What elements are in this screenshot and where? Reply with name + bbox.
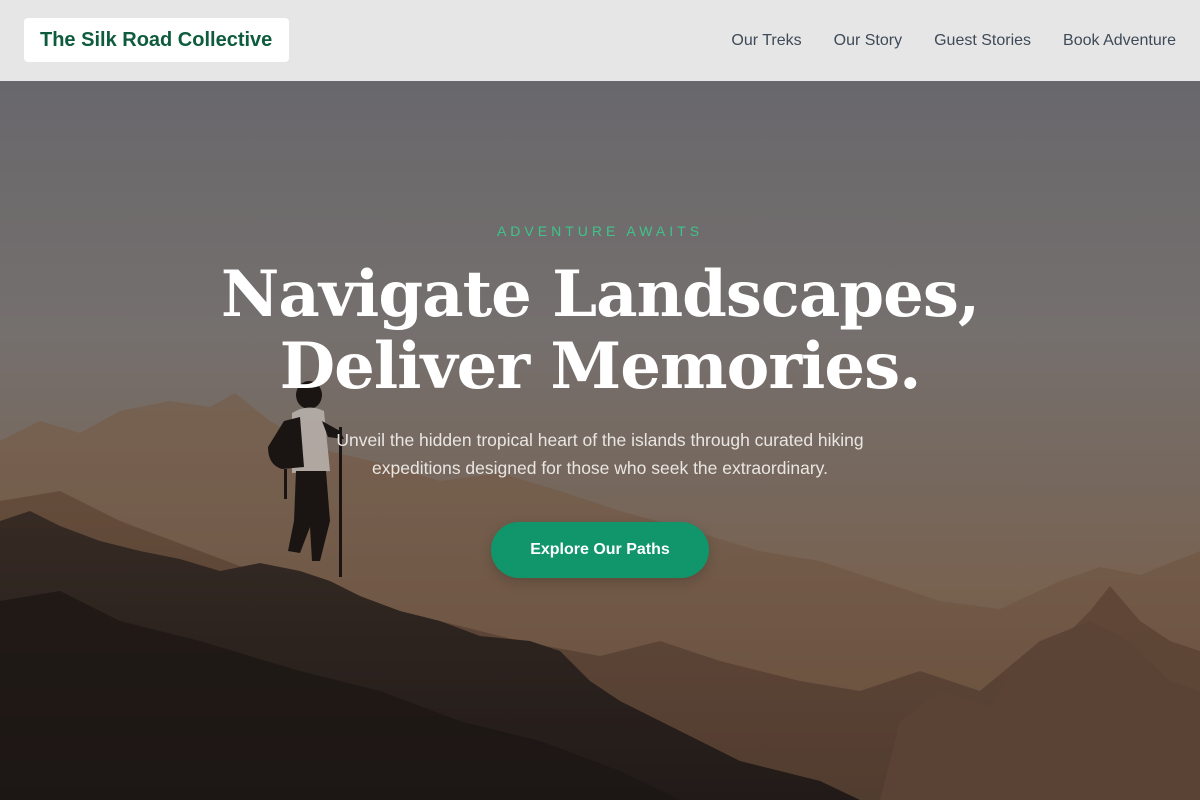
site-logo[interactable]: The Silk Road Collective	[24, 18, 289, 62]
hero-eyebrow: ADVENTURE AWAITS	[496, 223, 704, 239]
hero-subheading: Unveil the hidden tropical heart of the …	[336, 430, 864, 478]
hero-section: ADVENTURE AWAITS Navigate Landscapes, De…	[0, 81, 1200, 800]
site-header: The Silk Road Collective Our Treks Our S…	[0, 0, 1200, 81]
nav-link-our-treks[interactable]: Our Treks	[731, 32, 801, 50]
hero-headline-line-2: Deliver Memories.	[279, 329, 922, 404]
page: The Silk Road Collective Our Treks Our S…	[0, 0, 1200, 800]
hero-headline-line-1: Navigate Landscapes,	[220, 257, 980, 332]
explore-paths-button[interactable]: Explore Our Paths	[491, 522, 709, 578]
nav-link-guest-stories[interactable]: Guest Stories	[934, 32, 1031, 50]
hero-headline: Navigate Landscapes, Deliver Memories.	[0, 259, 1200, 403]
nav-link-book-adventure[interactable]: Book Adventure	[1063, 32, 1176, 50]
nav-link-our-story[interactable]: Our Story	[834, 32, 902, 50]
main-nav: Our Treks Our Story Guest Stories Book A…	[731, 0, 1176, 81]
